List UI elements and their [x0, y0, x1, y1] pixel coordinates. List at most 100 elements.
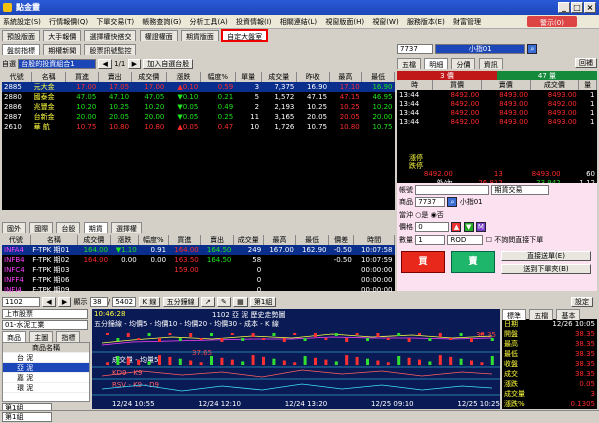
- quote-code-input[interactable]: 7737: [397, 44, 433, 54]
- tab-tw-stock[interactable]: 台股: [56, 222, 81, 233]
- tab-futures[interactable]: 期貨版面: [180, 30, 219, 41]
- table-row[interactable]: INFC4 F-TPK 期03 159.00 0 00:00:00: [2, 265, 395, 275]
- column-header[interactable]: 代號: [2, 235, 31, 245]
- sell-button[interactable]: 賣: [451, 251, 495, 273]
- menu-window[interactable]: 視窗(W): [369, 15, 401, 27]
- layout-select[interactable]: 第1組: [249, 297, 277, 307]
- chart-code-input[interactable]: 1102: [2, 297, 40, 307]
- menu-wealth[interactable]: 財富管理: [450, 15, 484, 27]
- tab-main-chart[interactable]: 主圖: [29, 331, 54, 342]
- menu-quotes[interactable]: 行情報價(Q): [46, 15, 91, 27]
- column-header[interactable]: 單量: [235, 72, 262, 82]
- column-header[interactable]: 代號: [2, 72, 33, 82]
- column-header[interactable]: 買價: [432, 80, 482, 90]
- account-select[interactable]: [415, 185, 490, 195]
- tab-options[interactable]: 選擇權快搭交: [84, 30, 137, 41]
- send-to-folder-button[interactable]: 送到下單夾(B): [501, 264, 591, 274]
- backfill-button[interactable]: 回補: [575, 58, 597, 68]
- column-header[interactable]: 昨收: [296, 72, 330, 82]
- tab-options-market[interactable]: 選擇權: [110, 222, 142, 233]
- tab-indicator[interactable]: 指標: [56, 331, 81, 342]
- crosshair-icon[interactable]: ✎: [216, 297, 231, 307]
- column-header[interactable]: 最低: [295, 235, 329, 245]
- interval-select[interactable]: 五分鐘線: [162, 297, 199, 307]
- column-header[interactable]: 成交價: [530, 80, 580, 90]
- tab-pre-market[interactable]: 盤前指標: [2, 44, 40, 55]
- chart-next-button[interactable]: ▶: [57, 297, 72, 307]
- price-chart[interactable]: [92, 309, 500, 409]
- buy-button[interactable]: 買: [401, 251, 445, 273]
- product-code-input[interactable]: 7737: [415, 197, 446, 207]
- price-input[interactable]: 0: [415, 222, 450, 232]
- tab-signals[interactable]: 股票訊號監控: [84, 44, 137, 55]
- column-header[interactable]: 買進: [65, 72, 99, 82]
- tab-basic[interactable]: 基本: [556, 309, 581, 320]
- column-header[interactable]: 成交價: [131, 72, 167, 82]
- group-select[interactable]: 台股的投資組合1: [18, 59, 97, 69]
- list-item[interactable]: 台 泥: [3, 353, 89, 363]
- menu-invest[interactable]: 投資情報(I): [233, 15, 275, 27]
- column-header[interactable]: 最高: [263, 235, 297, 245]
- column-header[interactable]: 幅度%: [200, 72, 236, 82]
- status-group-select[interactable]: 第1組: [2, 412, 52, 422]
- warning-button[interactable]: 警示(0): [527, 16, 577, 27]
- column-header[interactable]: 成交價: [77, 235, 111, 245]
- maximize-button[interactable]: □: [571, 2, 583, 13]
- tab-info-five[interactable]: 五檔: [529, 309, 554, 320]
- draw-tool-icon[interactable]: ↗: [200, 297, 215, 307]
- table-row[interactable]: 2887 台新金 20.00 20.05 20.00 ▼0.05 0.25 11 3,165 20…: [2, 112, 395, 122]
- display-count-input[interactable]: 38: [89, 297, 108, 307]
- grid-icon[interactable]: ▦: [233, 297, 248, 307]
- list-item[interactable]: 嘉 泥: [3, 373, 89, 383]
- column-header[interactable]: 最低: [361, 72, 395, 82]
- chart-settings-button[interactable]: 設定: [571, 297, 593, 307]
- column-header[interactable]: 賣價: [481, 80, 531, 90]
- tab-warrants[interactable]: 權證權面: [139, 30, 178, 41]
- kline-select[interactable]: K 線: [138, 297, 161, 307]
- close-button[interactable]: ×: [584, 2, 596, 13]
- account-type-select[interactable]: 期貨交易: [491, 185, 550, 195]
- column-header[interactable]: 名稱: [31, 72, 67, 82]
- quote-name[interactable]: 小指01: [435, 44, 526, 54]
- tab-international[interactable]: 國際: [29, 222, 54, 233]
- menu-account[interactable]: 帳務查詢(G): [139, 15, 184, 27]
- tab-ticks[interactable]: 明細: [424, 58, 449, 69]
- minimize-button[interactable]: _: [558, 2, 570, 13]
- table-row[interactable]: INFF4 F-TPK 期06 0 00:00:00: [2, 275, 395, 285]
- column-header[interactable]: 賣出: [200, 235, 234, 245]
- tab-default[interactable]: 預設版面: [2, 30, 40, 41]
- next-page-button[interactable]: ▶: [127, 59, 141, 69]
- tab-price-dist[interactable]: 分價: [451, 58, 476, 69]
- tab-five-levels[interactable]: 五檔: [397, 58, 421, 69]
- market-select[interactable]: 上市股票: [2, 309, 88, 319]
- sector-select[interactable]: 01-水泥工業: [2, 320, 88, 330]
- no-confirm-checkbox[interactable]: ☐: [486, 236, 492, 244]
- table-row[interactable]: INFA4 F-TPK 期01 164.00 ▼1.10 0.91 164.00 164.5…: [2, 245, 395, 255]
- column-header[interactable]: 價差: [328, 235, 355, 245]
- chart-prev-button[interactable]: ◀: [42, 297, 56, 307]
- product-search-icon[interactable]: ⌕: [447, 197, 458, 207]
- table-row[interactable]: 2886 兆豐金 10.20 10.25 10.20 ▼0.05 0.49 2 2,193 10.…: [2, 102, 395, 112]
- tab-futures-market[interactable]: 期貨: [83, 222, 108, 233]
- menu-trade[interactable]: 下單交易(T): [93, 15, 137, 27]
- column-header[interactable]: 買進: [168, 235, 202, 245]
- add-watch-button[interactable]: 加入自選台股: [143, 59, 194, 69]
- table-row[interactable]: 2885 元大金 17.00 17.05 17.00 ▲0.10 0.59 3 7,375 16.…: [2, 82, 395, 92]
- direct-send-button[interactable]: 直接送單(E): [501, 251, 591, 261]
- column-header[interactable]: 賣出: [98, 72, 132, 82]
- qty-input[interactable]: 1: [415, 235, 446, 245]
- column-header[interactable]: 時: [397, 80, 434, 90]
- price-up-icon[interactable]: ▲: [451, 222, 462, 232]
- column-header[interactable]: 時間: [353, 235, 395, 245]
- tab-foreign[interactable]: 國外: [2, 222, 26, 233]
- tab-big-quotes[interactable]: 大手報價: [43, 30, 82, 41]
- table-row[interactable]: 2610 華 航 10.75 10.80 10.80 ▲0.05 0.47 10 1,726 10…: [2, 122, 395, 132]
- menu-links[interactable]: 相關連結(L): [277, 15, 320, 27]
- price-down-icon[interactable]: ▼: [463, 222, 474, 232]
- table-row[interactable]: 2880 國泰金 47.05 47.10 47.05 ▼0.10 0.21 5 1,572 47.…: [2, 92, 395, 102]
- column-header[interactable]: 名稱: [30, 235, 78, 245]
- tab-info[interactable]: 資訊: [478, 58, 503, 69]
- tab-custom-market[interactable]: 自定大盤室: [221, 29, 269, 42]
- tab-product[interactable]: 商品: [2, 331, 26, 342]
- column-header[interactable]: 漲跌: [166, 72, 201, 82]
